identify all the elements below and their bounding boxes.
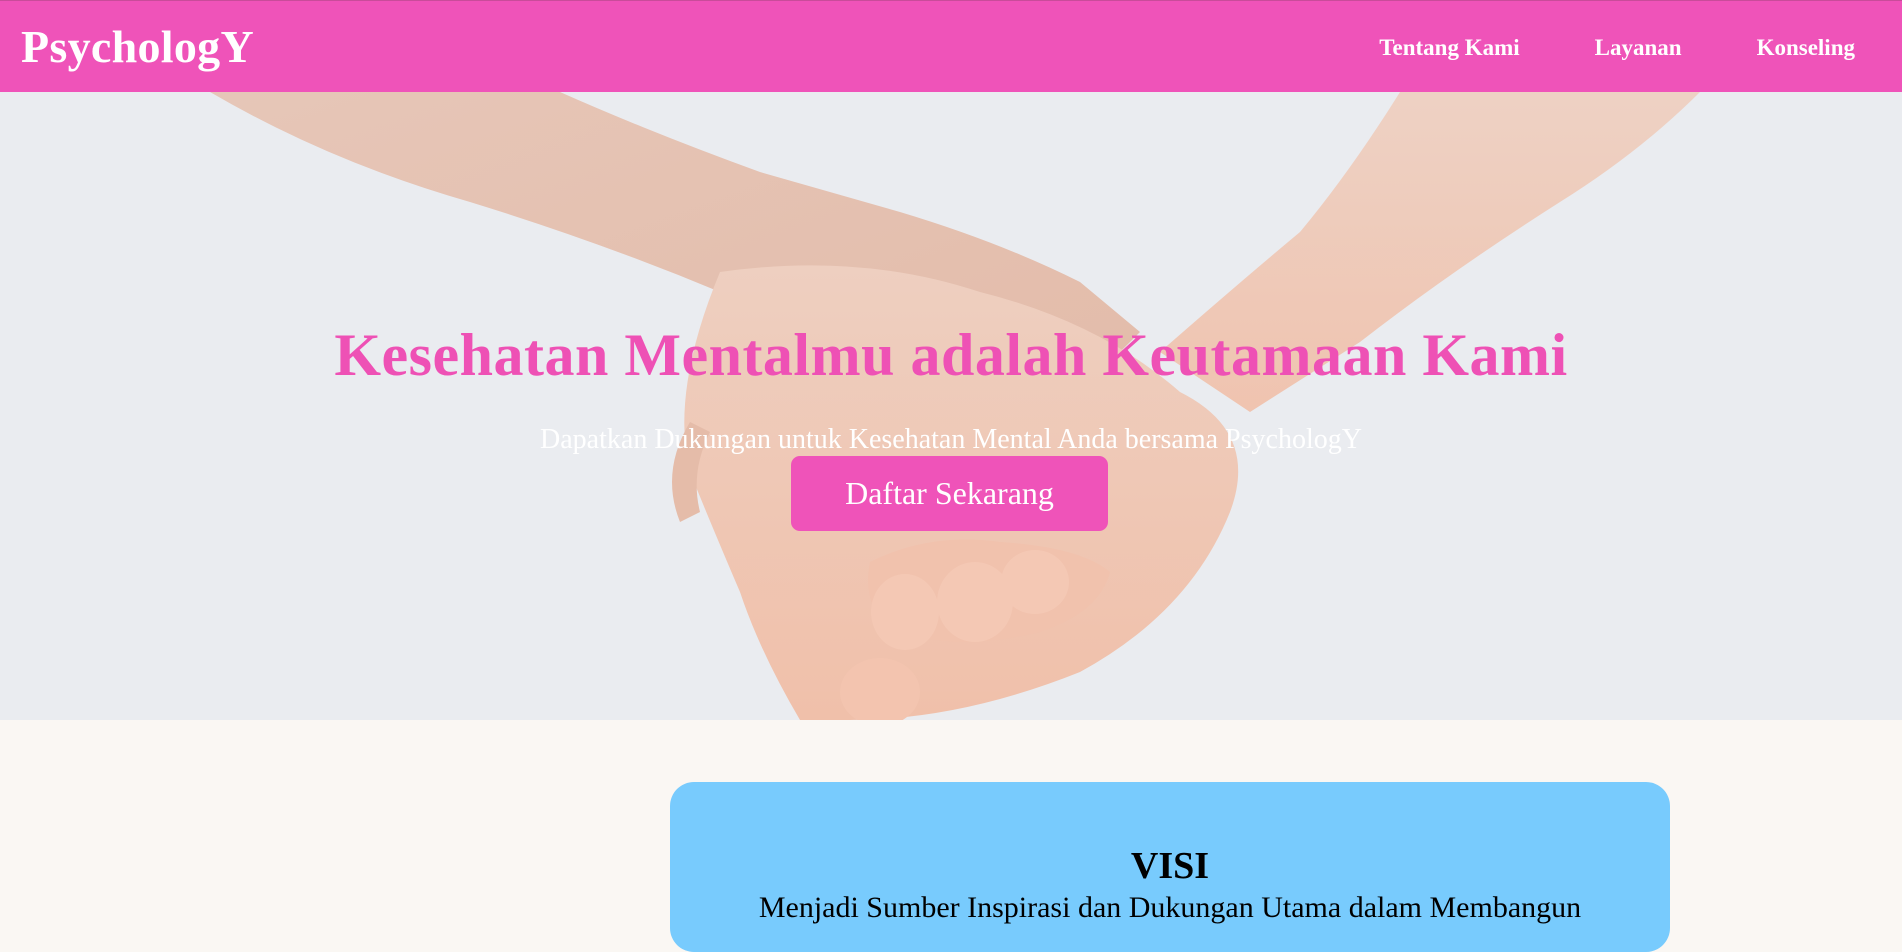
- brand-logo[interactable]: PsychologY: [21, 21, 254, 73]
- visi-title: VISI: [1130, 845, 1210, 887]
- visi-text: Menjadi Sumber Inspirasi dan Dukungan Ut…: [758, 891, 1582, 924]
- visi-card: VISI Menjadi Sumber Inspirasi dan Dukung…: [670, 782, 1670, 952]
- hero-subtitle: Dapatkan Dukungan untuk Kesehatan Mental…: [540, 424, 1362, 455]
- nav-link-layanan[interactable]: Layanan: [1595, 33, 1682, 63]
- nav-links: Tentang Kami Layanan Konseling: [1304, 33, 1855, 63]
- hero-title: Kesehatan Mentalmu adalah Keutamaan Kami: [334, 322, 1568, 389]
- nav-link-konseling[interactable]: Konseling: [1757, 33, 1855, 63]
- nav-link-tentang-kami[interactable]: Tentang Kami: [1379, 33, 1519, 63]
- hero-background-image: [0, 92, 1902, 720]
- navbar: PsychologY Tentang Kami Layanan Konselin…: [0, 0, 1902, 92]
- hero-section: Kesehatan Mentalmu adalah Keutamaan Kami…: [0, 92, 1902, 720]
- daftar-sekarang-button[interactable]: Daftar Sekarang: [791, 456, 1108, 531]
